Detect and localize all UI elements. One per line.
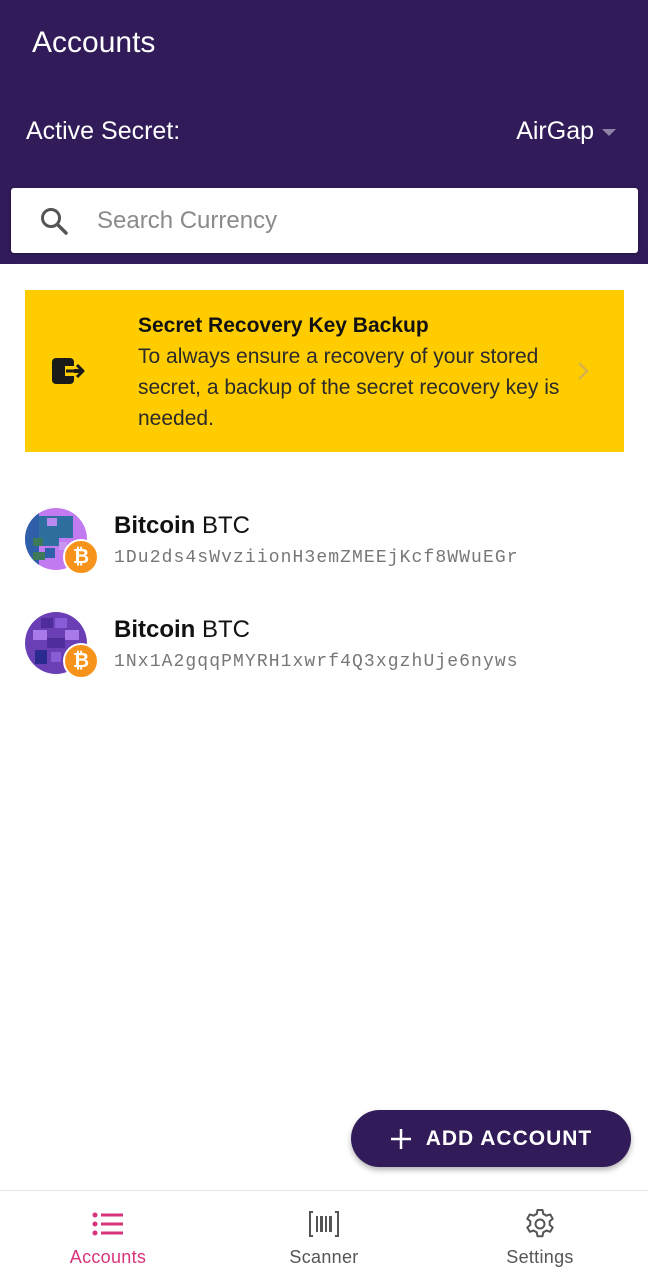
- search-bar[interactable]: [11, 188, 638, 253]
- plus-icon: [390, 1128, 412, 1150]
- account-name: Bitcoin BTC: [114, 616, 250, 644]
- active-secret-select[interactable]: AirGap: [516, 117, 616, 146]
- account-address: 1Nx1A2gqqPMYRH1xwrf4Q3xgzhUje6nyws: [114, 652, 519, 672]
- bitcoin-icon: ₿: [63, 643, 99, 679]
- account-coin-symbol: BTC: [202, 512, 250, 539]
- account-coin-symbol: BTC: [202, 616, 250, 643]
- account-coin-name: Bitcoin: [114, 616, 196, 643]
- tab-settings[interactable]: Settings: [432, 1191, 648, 1280]
- exit-icon: [51, 356, 87, 386]
- banner-text: Secret Recovery Key Backup To always ens…: [138, 310, 568, 434]
- account-avatar: ₿: [25, 508, 101, 578]
- account-item[interactable]: ₿ Bitcoin BTC 1Nx1A2gqqPMYRH1xwrf4Q3xgzh…: [0, 606, 648, 696]
- page-title: Accounts: [32, 26, 156, 59]
- bottom-tab-bar: Accounts Scanner Settings: [0, 1190, 648, 1280]
- tab-accounts[interactable]: Accounts: [0, 1191, 216, 1280]
- gear-icon: [524, 1209, 556, 1239]
- list-icon: [92, 1209, 124, 1239]
- add-account-label: ADD ACCOUNT: [425, 1126, 593, 1150]
- tab-accounts-label: Accounts: [69, 1247, 147, 1267]
- bitcoin-icon: ₿: [63, 539, 99, 575]
- search-input[interactable]: [97, 206, 597, 235]
- add-account-button[interactable]: ADD ACCOUNT: [351, 1110, 631, 1167]
- account-avatar: ₿: [25, 612, 101, 682]
- barcode-icon: [308, 1209, 340, 1239]
- account-name: Bitcoin BTC: [114, 512, 250, 540]
- banner-title: Secret Recovery Key Backup: [138, 314, 429, 337]
- tab-scanner-label: Scanner: [289, 1247, 359, 1267]
- backup-banner[interactable]: Secret Recovery Key Backup To always ens…: [25, 290, 624, 452]
- search-icon: [39, 206, 69, 236]
- tab-scanner[interactable]: Scanner: [216, 1191, 432, 1280]
- active-secret-value: AirGap: [516, 117, 594, 145]
- banner-body: To always ensure a recovery of your stor…: [138, 345, 560, 430]
- account-item[interactable]: ₿ Bitcoin BTC 1Du2ds4sWvziionH3emZMEEjKc…: [0, 502, 648, 592]
- caret-down-icon: [602, 129, 616, 136]
- active-secret-label: Active Secret:: [26, 117, 181, 145]
- chevron-right-icon: [576, 360, 590, 382]
- account-coin-name: Bitcoin: [114, 512, 196, 539]
- app-header: Accounts Active Secret: AirGap: [0, 0, 648, 264]
- account-address: 1Du2ds4sWvziionH3emZMEEjKcf8WWuEGr: [114, 548, 519, 568]
- tab-settings-label: Settings: [506, 1247, 574, 1267]
